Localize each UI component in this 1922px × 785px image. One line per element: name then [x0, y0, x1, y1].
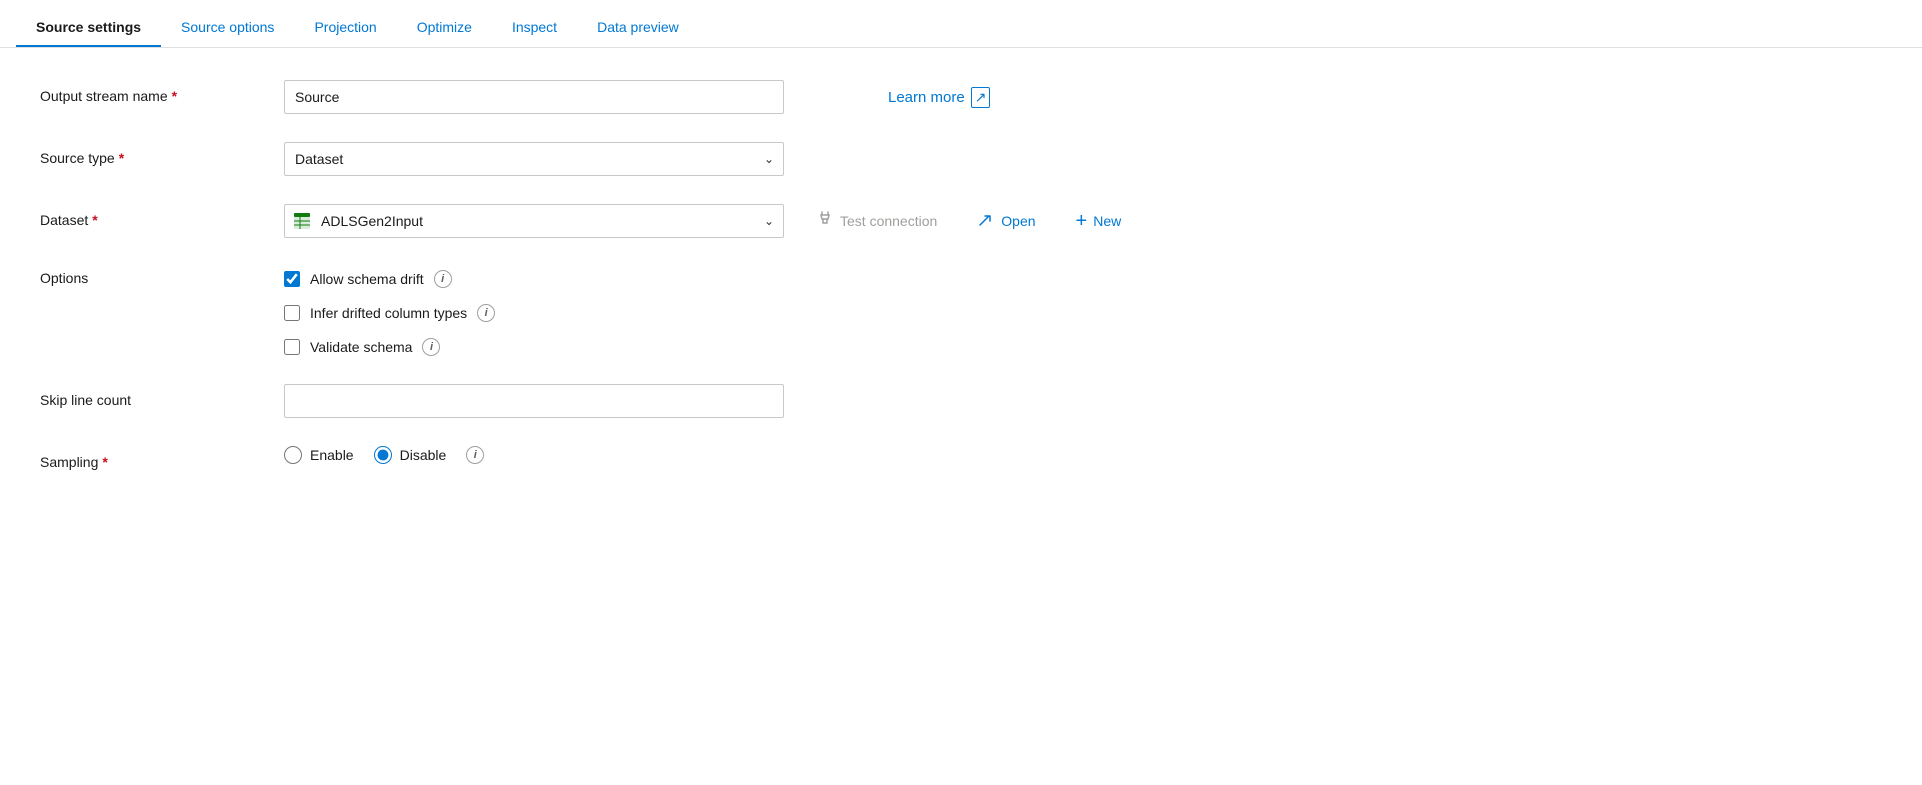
- dataset-controls: ADLSGen2Input ⌄ Test connection: [284, 204, 1882, 238]
- dataset-select-wrapper: ADLSGen2Input ⌄: [284, 204, 784, 238]
- tab-projection[interactable]: Projection: [294, 7, 396, 47]
- sampling-disable-radio[interactable]: [374, 446, 392, 464]
- form-content: Output stream name * Learn more ↗ Source…: [0, 48, 1922, 502]
- plug-icon: [816, 210, 834, 228]
- output-stream-name-controls: Learn more ↗: [284, 80, 1882, 114]
- tab-optimize[interactable]: Optimize: [397, 7, 492, 47]
- output-stream-name-label: Output stream name *: [40, 80, 260, 104]
- sampling-enable-option[interactable]: Enable: [284, 446, 354, 464]
- skip-line-count-row: Skip line count: [40, 384, 1882, 418]
- allow-schema-drift-info-icon: i: [434, 270, 452, 288]
- open-button[interactable]: Open: [969, 207, 1043, 236]
- learn-more-link[interactable]: Learn more ↗: [888, 87, 990, 108]
- source-type-select-wrapper: Dataset Inline ⌄: [284, 142, 784, 176]
- output-stream-name-row: Output stream name * Learn more ↗: [40, 80, 1882, 114]
- dataset-row: Dataset * ADLSGen2Input ⌄: [40, 204, 1882, 238]
- open-icon: [977, 211, 995, 232]
- infer-drifted-info-icon: i: [477, 304, 495, 322]
- dataset-label: Dataset *: [40, 204, 260, 228]
- sampling-label: Sampling *: [40, 446, 260, 470]
- sampling-disable-option[interactable]: Disable: [374, 446, 447, 464]
- validate-schema-label[interactable]: Validate schema: [310, 339, 412, 355]
- required-star-source-type: *: [119, 150, 124, 166]
- tab-inspect[interactable]: Inspect: [492, 7, 577, 47]
- source-type-label: Source type *: [40, 142, 260, 166]
- new-plus-icon: +: [1076, 210, 1088, 233]
- test-connection-icon: [816, 210, 834, 233]
- required-star-sampling: *: [102, 454, 107, 470]
- tab-source-options[interactable]: Source options: [161, 7, 294, 47]
- required-star-output: *: [172, 88, 177, 104]
- allow-schema-drift-row: Allow schema drift i: [284, 270, 495, 288]
- sampling-row: Sampling * Enable Disable i: [40, 446, 1882, 470]
- required-star-dataset: *: [92, 212, 97, 228]
- skip-line-count-input[interactable]: [284, 384, 784, 418]
- sampling-enable-radio[interactable]: [284, 446, 302, 464]
- allow-schema-drift-label[interactable]: Allow schema drift: [310, 271, 424, 287]
- options-row: Options Allow schema drift i Infer drift…: [40, 266, 1882, 356]
- infer-drifted-label[interactable]: Infer drifted column types: [310, 305, 467, 321]
- options-controls: Allow schema drift i Infer drifted colum…: [284, 266, 495, 356]
- infer-drifted-row: Infer drifted column types i: [284, 304, 495, 322]
- tab-source-settings[interactable]: Source settings: [16, 7, 161, 47]
- output-stream-name-input[interactable]: [284, 80, 784, 114]
- allow-schema-drift-checkbox[interactable]: [284, 271, 300, 287]
- validate-schema-info-icon: i: [422, 338, 440, 356]
- new-button[interactable]: + New: [1068, 206, 1130, 237]
- tab-bar: Source settings Source options Projectio…: [0, 0, 1922, 48]
- options-label: Options: [40, 266, 260, 286]
- infer-drifted-checkbox[interactable]: [284, 305, 300, 321]
- main-container: Source settings Source options Projectio…: [0, 0, 1922, 785]
- skip-line-count-label: Skip line count: [40, 384, 260, 408]
- source-type-select[interactable]: Dataset Inline: [284, 142, 784, 176]
- validate-schema-row: Validate schema i: [284, 338, 495, 356]
- sampling-info-icon: i: [466, 446, 484, 464]
- sampling-radio-group: Enable Disable i: [284, 446, 484, 464]
- validate-schema-checkbox[interactable]: [284, 339, 300, 355]
- external-link-icon: ↗: [971, 87, 991, 108]
- sampling-controls: Enable Disable i: [284, 446, 1882, 464]
- test-connection-button[interactable]: Test connection: [808, 206, 945, 237]
- source-type-controls: Dataset Inline ⌄: [284, 142, 1882, 176]
- tab-data-preview[interactable]: Data preview: [577, 7, 699, 47]
- source-type-row: Source type * Dataset Inline ⌄: [40, 142, 1882, 176]
- dataset-select[interactable]: ADLSGen2Input: [284, 204, 784, 238]
- skip-line-count-controls: [284, 384, 1882, 418]
